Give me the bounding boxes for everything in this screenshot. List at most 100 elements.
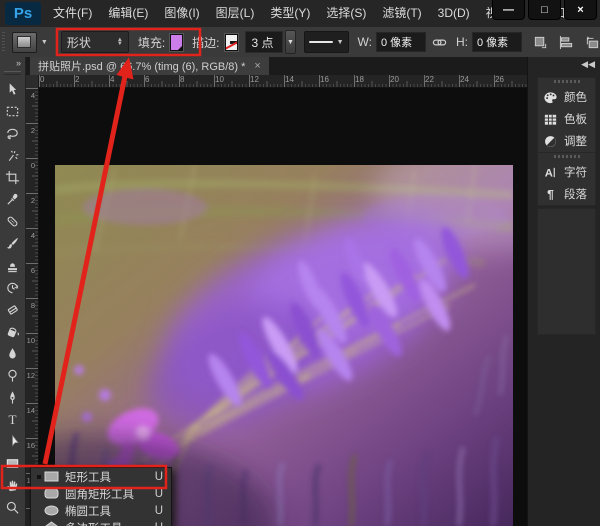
- stroke-width-dropdown[interactable]: ▼: [285, 30, 295, 54]
- hruler-tick-label: 2: [75, 76, 79, 84]
- rect-shape-icon: [44, 470, 59, 483]
- flyout-item-2[interactable]: 椭圆工具U: [31, 502, 171, 519]
- tool-mode-dropdown[interactable]: 形状 ▲▼: [61, 31, 129, 53]
- tool-marquee[interactable]: [1, 101, 24, 121]
- flyout-item-3[interactable]: 多边形工具 U: [31, 519, 171, 526]
- vruler-tick-label: 2: [26, 128, 35, 135]
- menu-item-7[interactable]: 3D(D): [430, 0, 478, 27]
- close-button[interactable]: ×: [564, 0, 597, 20]
- tool-zoom[interactable]: [1, 497, 24, 517]
- tool-brush[interactable]: [1, 233, 24, 253]
- tool-path-selection[interactable]: [1, 431, 24, 451]
- panel-group-color: 颜色色板调整: [537, 77, 596, 153]
- panel-button-label: 字符: [564, 164, 587, 180]
- tool-rectangle[interactable]: [1, 453, 24, 473]
- horizontal-ruler: 02468101214161820222426: [39, 75, 528, 88]
- flyout-item-0[interactable]: 矩形工具U: [31, 468, 171, 485]
- fill-color-swatch[interactable]: [170, 34, 183, 51]
- panel-button-paragraph[interactable]: ¶段落: [538, 183, 595, 205]
- panel-group-grip: [554, 80, 580, 83]
- paragraph-icon: ¶: [543, 187, 558, 202]
- height-label: H:: [456, 35, 468, 49]
- hruler-tick-label: 8: [180, 76, 184, 84]
- menu-item-3[interactable]: 图层(L): [208, 0, 263, 27]
- menu-item-4[interactable]: 类型(Y): [262, 0, 318, 27]
- panel-button-label: 调整: [564, 133, 587, 149]
- panel-button-color-palette[interactable]: 颜色: [538, 86, 595, 108]
- tool-mode-value: 形状: [67, 34, 91, 51]
- stroke-style-dropdown[interactable]: ▼: [304, 31, 349, 53]
- panel-group-grip: [554, 155, 580, 158]
- tool-eyedropper[interactable]: [1, 189, 24, 209]
- path-operations-icon[interactable]: [533, 35, 548, 50]
- tool-paint-bucket[interactable]: [1, 321, 24, 341]
- character-icon: A: [543, 165, 558, 180]
- toolbar-collapse-button[interactable]: »: [16, 58, 21, 68]
- document-tab[interactable]: 拼贴照片.psd @ 66.7% (timg (6), RGB/8) * ×: [30, 57, 269, 75]
- tool-eraser[interactable]: [1, 299, 24, 319]
- menu-item-2[interactable]: 图像(I): [156, 0, 207, 27]
- svg-text:A: A: [545, 167, 553, 179]
- polygon-shape-icon: [44, 521, 59, 526]
- panel-button-adjustments[interactable]: 调整: [538, 130, 595, 152]
- flyout-item-1[interactable]: 圆角矩形工具 U: [31, 485, 171, 502]
- panel-button-label: 色板: [564, 111, 587, 127]
- hruler-tick-label: 6: [145, 76, 149, 84]
- vruler-tick-label: 10: [26, 338, 35, 345]
- options-extra-icons: [533, 35, 600, 50]
- vruler-tick-label: 12: [26, 373, 35, 380]
- flyout-item-shortcut: U: [155, 488, 168, 500]
- rounded-rect-shape-icon: [44, 487, 59, 500]
- tool-lasso[interactable]: [1, 123, 24, 143]
- tool-magic-wand[interactable]: [1, 145, 24, 165]
- hruler-tick-label: 10: [215, 76, 224, 84]
- menu-item-0[interactable]: 文件(F): [45, 0, 100, 27]
- flyout-item-shortcut: U: [155, 471, 168, 483]
- hruler-tick-label: 16: [320, 76, 329, 84]
- tool-hand[interactable]: [1, 475, 24, 495]
- height-field[interactable]: 0 像素: [472, 32, 522, 52]
- svg-text:T: T: [8, 412, 16, 427]
- flyout-item-label: 椭圆工具: [65, 503, 111, 519]
- tool-clone-stamp[interactable]: [1, 255, 24, 275]
- vruler-tick-label: 4: [26, 233, 35, 240]
- panel-collapse-button[interactable]: ◀◀: [581, 59, 595, 70]
- vruler-tick-label: 0: [26, 163, 35, 170]
- stroke-color-swatch[interactable]: [225, 34, 238, 51]
- stroke-width-value: 3 点: [252, 34, 274, 51]
- tool-healing-brush[interactable]: [1, 211, 24, 231]
- tool-move[interactable]: [1, 79, 24, 99]
- flyout-item-label: 圆角矩形工具: [65, 486, 134, 502]
- menu-item-5[interactable]: 选择(S): [318, 0, 374, 27]
- path-arrangement-icon[interactable]: [585, 35, 600, 50]
- panel-button-character[interactable]: A 字符: [538, 161, 595, 183]
- hruler-tick-label: 4: [110, 76, 114, 84]
- document-tab-bar: 拼贴照片.psd @ 66.7% (timg (6), RGB/8) * ×: [25, 57, 528, 75]
- flyout-item-shortcut: U: [155, 522, 168, 526]
- panel-empty-well: [537, 208, 596, 335]
- tool-type[interactable]: T: [1, 409, 24, 429]
- stroke-width-field[interactable]: 3 点: [245, 31, 284, 53]
- link-dimensions-toggle[interactable]: [432, 35, 447, 50]
- stroke-label: 描边:: [192, 34, 219, 51]
- flyout-item-label: 多边形工具: [65, 520, 123, 526]
- maximize-button[interactable]: □: [528, 0, 561, 20]
- tool-blur[interactable]: [1, 343, 24, 363]
- tool-history-brush[interactable]: [1, 277, 24, 297]
- panel-button-swatches[interactable]: 色板: [538, 108, 595, 130]
- vruler-tick-label: 4: [26, 93, 35, 100]
- height-value: 0 像素: [477, 34, 508, 50]
- tool-dodge[interactable]: [1, 365, 24, 385]
- tool-crop[interactable]: [1, 167, 24, 187]
- minimize-button[interactable]: —: [492, 0, 525, 20]
- path-alignment-icon[interactable]: [559, 35, 574, 50]
- photoshop-logo: Ps: [5, 2, 41, 25]
- tool-preset-picker[interactable]: ▼: [12, 32, 48, 53]
- hruler-tick-label: 24: [460, 76, 469, 84]
- menu-item-1[interactable]: 编辑(E): [100, 0, 156, 27]
- tool-options-bar: ▼ 形状 ▲▼ 填充: 描边: 3 点 ▼ ▼ W: 0 像素: [0, 27, 600, 58]
- menu-item-6[interactable]: 滤镜(T): [374, 0, 429, 27]
- tab-close-icon[interactable]: ×: [254, 61, 260, 72]
- width-field[interactable]: 0 像素: [376, 32, 426, 52]
- tool-pen[interactable]: [1, 387, 24, 407]
